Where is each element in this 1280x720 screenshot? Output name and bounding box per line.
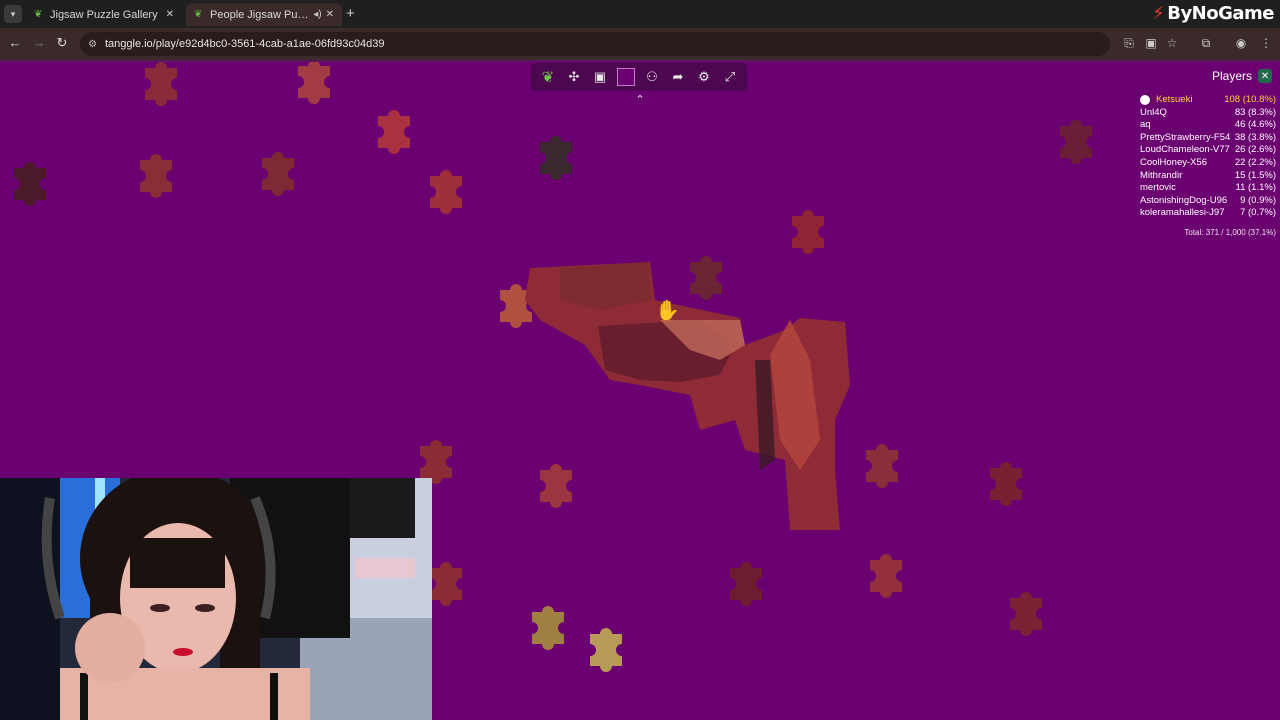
player-name: Ketsueki	[1156, 94, 1193, 105]
leaf-icon: ❦	[194, 9, 203, 20]
puzzle-piece[interactable]	[140, 154, 172, 198]
player-name: AstonishingDog-U96	[1140, 194, 1228, 206]
players-total: Total: 371 / 1,000 (37.1%)	[1184, 228, 1276, 237]
browser-toolbar: ← → ↻ ⚙ tanggle.io/play/e92d4bc0-3561-4c…	[0, 28, 1280, 62]
background-color-swatch[interactable]	[617, 68, 635, 86]
player-row: Ketsueki 108 (10.8%)	[1140, 94, 1276, 107]
player-score: 83 (8.3%)	[1234, 106, 1276, 118]
player-score: 26 (2.6%)	[1234, 144, 1276, 156]
player-name: Mithrandir	[1140, 169, 1183, 181]
puzzle-piece[interactable]	[690, 256, 722, 300]
close-icon[interactable]: ✕	[1258, 69, 1273, 83]
brand-mark-icon: ⚡	[1152, 2, 1165, 24]
puzzle-piece[interactable]	[145, 62, 177, 106]
player-row: LoudChameleon-V77 26 (2.6%)	[1140, 144, 1276, 157]
puzzle-piece[interactable]	[378, 110, 410, 154]
player-name: PrettyStrawberry-F54	[1140, 131, 1231, 143]
pieces-icon[interactable]: ✣	[565, 68, 583, 86]
player-score: 38 (3.8%)	[1234, 131, 1276, 143]
puzzle-piece[interactable]	[590, 628, 622, 672]
site-info-icon[interactable]: ⚙	[88, 39, 97, 50]
profile-avatar-icon[interactable]: ◉	[1233, 36, 1249, 50]
back-icon[interactable]: ←	[6, 35, 24, 50]
brand-logo: ⚡ ByNoGame	[1152, 0, 1280, 26]
player-avatar	[1140, 95, 1150, 106]
collapse-toolbar-icon[interactable]: ⌃	[632, 92, 648, 108]
tab-list-button[interactable]: ▾	[4, 5, 22, 23]
players-list: Ketsueki 108 (10.8%) Unl4Q 83 (8.3%) aq …	[1140, 94, 1276, 220]
puzzle-piece[interactable]	[792, 210, 824, 254]
puzzle-piece[interactable]	[1060, 120, 1092, 164]
settings-icon[interactable]: ⚙	[695, 68, 713, 86]
close-icon[interactable]: ✕	[326, 9, 334, 20]
puzzle-piece[interactable]	[540, 464, 572, 508]
forward-icon[interactable]: →	[30, 35, 48, 50]
webcam-overlay	[0, 478, 432, 720]
webcam-feed-image	[0, 478, 432, 720]
brand-name: ByNoGame	[1167, 2, 1274, 24]
player-name: CoolHoney-X56	[1140, 156, 1208, 168]
player-score: 22 (2.2%)	[1234, 156, 1276, 168]
player-name: Unl4Q	[1140, 106, 1167, 118]
menu-dots-icon[interactable]: ⋮	[1258, 36, 1274, 50]
puzzle-piece[interactable]	[262, 152, 294, 196]
assembled-cluster[interactable]	[525, 262, 850, 530]
player-row: mertovic 11 (1.1%)	[1140, 182, 1276, 195]
puzzle-piece[interactable]	[532, 606, 564, 650]
tanggle-logo-icon[interactable]: ❦	[539, 68, 557, 86]
bookmark-star-icon[interactable]: ☆	[1164, 36, 1180, 50]
share-icon[interactable]: ➦	[669, 68, 687, 86]
url-text: tanggle.io/play/e92d4bc0-3561-4cab-a1ae-…	[104, 38, 385, 50]
tab-jigsaw-gallery[interactable]: ❦ Jigsaw Puzzle Gallery ✕	[26, 3, 182, 26]
preview-image-icon[interactable]: ▣	[591, 68, 609, 86]
player-name: koleramahallesi-J97	[1140, 207, 1225, 219]
player-row: aq 46 (4.6%)	[1140, 119, 1276, 132]
player-score: 46 (4.6%)	[1234, 119, 1276, 131]
extensions-icon[interactable]: ⧉	[1198, 36, 1214, 51]
player-row: koleramahallesi-J97 7 (0.7%)	[1140, 207, 1276, 220]
translate-icon[interactable]: ⎘	[1121, 36, 1137, 51]
fullscreen-icon[interactable]: ⤢	[721, 68, 739, 86]
tab-people-jigsaw[interactable]: ❦ People Jigsaw Puzzle ◂) ✕	[186, 3, 342, 26]
browser-tab-bar: ▾ ❦ Jigsaw Puzzle Gallery ✕ ❦ People Jig…	[0, 0, 1280, 28]
player-name: LoudChameleon-V77	[1140, 144, 1230, 156]
puzzle-piece[interactable]	[430, 562, 462, 606]
address-bar[interactable]: ⚙ tanggle.io/play/e92d4bc0-3561-4cab-a1a…	[80, 32, 1110, 56]
puzzle-piece[interactable]	[990, 462, 1022, 506]
player-row: Unl4Q 83 (8.3%)	[1140, 107, 1276, 120]
player-score: 11 (1.1%)	[1235, 182, 1276, 194]
players-panel-header: Players ✕	[1212, 68, 1276, 84]
player-name: mertovic	[1140, 182, 1176, 194]
puzzle-toolbar: ❦ ✣ ▣ ⚇ ➦ ⚙ ⤢	[531, 63, 747, 91]
player-row: PrettyStrawberry-F54 38 (3.8%)	[1140, 132, 1276, 145]
player-row: AstonishingDog-U96 9 (0.9%)	[1140, 195, 1276, 208]
puzzle-piece[interactable]	[870, 554, 902, 598]
player-score: 9 (0.9%)	[1240, 194, 1276, 206]
hand-cursor-icon: ✋	[655, 300, 680, 322]
players-title: Players	[1212, 69, 1253, 83]
leaf-icon: ❦	[34, 9, 43, 20]
puzzle-piece[interactable]	[540, 136, 572, 180]
puzzle-piece[interactable]	[1010, 592, 1042, 636]
speaker-icon[interactable]: ◂)	[313, 9, 321, 20]
puzzle-piece[interactable]	[14, 162, 46, 206]
new-tab-button[interactable]: +	[346, 5, 355, 22]
reload-icon[interactable]: ↻	[53, 35, 71, 51]
puzzle-piece[interactable]	[298, 62, 330, 104]
puzzle-piece[interactable]	[730, 562, 762, 606]
player-score: 7 (0.7%)	[1240, 207, 1276, 219]
player-score: 108 (10.8%)	[1224, 94, 1276, 105]
player-name: aq	[1140, 119, 1151, 131]
player-row: CoolHoney-X56 22 (2.2%)	[1140, 157, 1276, 170]
tab-label: Jigsaw Puzzle Gallery	[50, 8, 158, 21]
cast-icon[interactable]: ▣	[1143, 36, 1159, 50]
tab-label: People Jigsaw Puzzle	[210, 8, 310, 21]
player-score: 15 (1.5%)	[1234, 169, 1276, 181]
players-icon[interactable]: ⚇	[643, 68, 661, 86]
puzzle-piece[interactable]	[866, 444, 898, 488]
player-row: Mithrandir 15 (1.5%)	[1140, 170, 1276, 183]
close-icon[interactable]: ✕	[166, 9, 174, 20]
puzzle-piece[interactable]	[430, 170, 462, 214]
